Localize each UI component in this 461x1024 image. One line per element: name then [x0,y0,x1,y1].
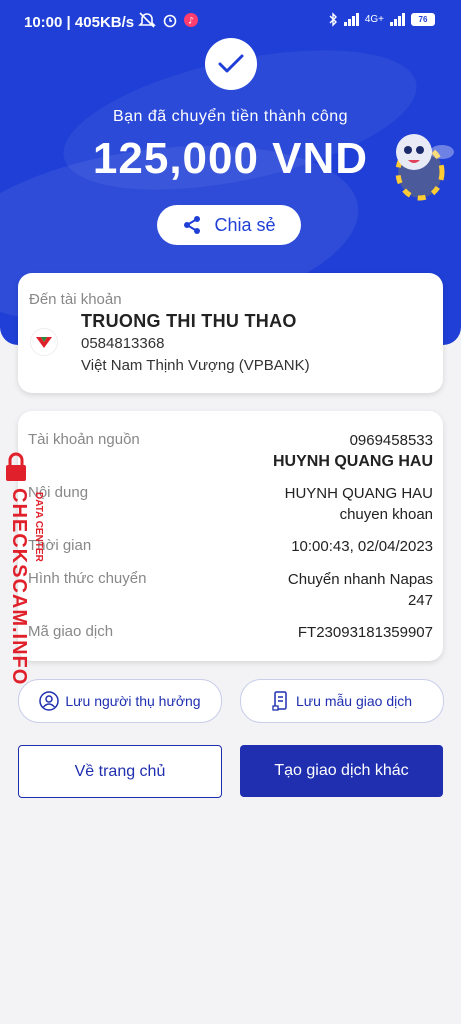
time-value: 10:00:43, 02/04/2023 [291,538,433,555]
content-line: HUYNH QUANG HAU [284,485,433,502]
vpbank-logo-icon [30,328,58,356]
status-time: 10:00 | 405KB/s [24,14,135,31]
mascot-illustration [395,134,454,201]
destination-card: Đến tài khoản TRUONG THI THU THAO 058481… [18,273,443,393]
status-right: 4G+ 76 [328,12,435,27]
lock-icon [6,452,26,481]
receipt-icon [272,691,287,711]
save-template-label: Lưu mẫu giao dịch [296,693,412,709]
user-icon [39,691,60,711]
recipient-account: 0584813368 [81,335,165,352]
network-type: 4G+ [364,14,384,25]
save-beneficiary-label: Lưu người thụ hưởng [65,693,201,709]
share-button[interactable]: Chia sẻ [157,205,301,245]
content-line: chuyen khoan [339,506,433,523]
new-transaction-button[interactable]: Tạo giao dịch khác [240,745,443,797]
recipient-name: TRUONG THI THU THAO [81,311,297,331]
content-value: HUYNH QUANG HAU chuyen khoan [285,483,433,525]
save-beneficiary-button[interactable]: Lưu người thụ hưởng [18,679,222,723]
watermark-subtext: DATA CENTER [33,492,44,562]
watermark: CHECKSCAM.INFO DATA CENTER [2,452,46,685]
bluetooth-icon [329,12,337,27]
transaction-id-value: FT23093181359907 [297,624,433,641]
destination-label: Đến tài khoản [29,291,122,308]
signal-icon [343,13,359,26]
source-account-value: 0969458533 HUYNH QUANG HAU [273,430,433,472]
transaction-details-card: Tài khoản nguồn 0969458533 HUYNH QUANG H… [18,411,443,661]
source-account-number: 0969458533 [349,432,433,449]
status-icons: ♪ [138,12,198,28]
svg-text:♪: ♪ [188,17,194,27]
signal-icon [390,13,405,26]
method-line: Chuyển nhanh Napas [287,571,433,588]
watermark-text: CHECKSCAM.INFO [8,488,30,686]
tiktok-icon: ♪ [184,13,198,27]
share-icon [184,216,201,234]
success-check-icon [205,38,257,90]
share-label: Chia sẻ [214,214,276,235]
save-template-button[interactable]: Lưu mẫu giao dịch [240,679,444,723]
recipient-bank: Việt Nam Thịnh Vượng (VPBANK) [81,357,310,374]
alarm-icon [163,14,177,28]
method-value: Chuyển nhanh Napas 247 [288,569,433,611]
home-button[interactable]: Về trang chủ [18,745,222,798]
mute-icon [138,12,156,28]
source-account-label: Tài khoản nguồn [28,431,140,448]
source-account-name: HUYNH QUANG HAU [273,453,433,470]
method-line: 247 [407,592,433,609]
battery-icon: 76 [411,13,435,26]
